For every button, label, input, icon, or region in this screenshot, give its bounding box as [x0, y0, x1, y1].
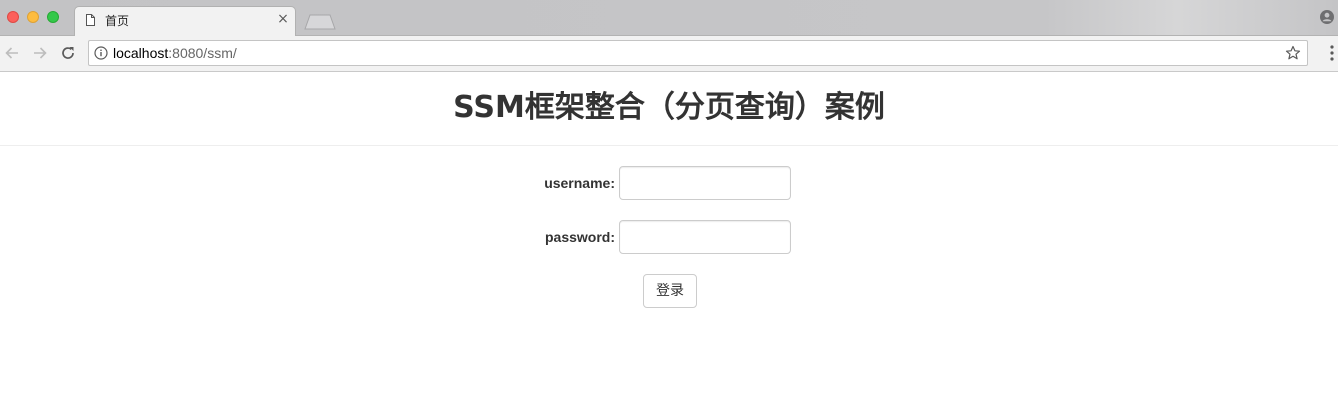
browser-toolbar: localhost:8080/ssm/ [0, 36, 1338, 72]
password-row: password: [0, 220, 1338, 254]
document-icon [86, 14, 95, 26]
username-label: username: [544, 175, 615, 191]
page-header: SSM框架整合（分页查询）案例 [0, 72, 1338, 146]
maximize-window-button[interactable] [47, 11, 59, 23]
page-content: SSM框架整合（分页查询）案例 username: password: 登录 [0, 72, 1338, 415]
username-input[interactable] [619, 166, 791, 200]
close-window-button[interactable] [7, 11, 19, 23]
username-row: username: [0, 166, 1338, 200]
address-bar[interactable]: localhost:8080/ssm/ [88, 40, 1308, 66]
tab-title: 首页 [105, 14, 130, 28]
info-icon[interactable] [94, 46, 108, 60]
url-host: localhost [113, 45, 169, 61]
login-button[interactable]: 登录 [643, 274, 697, 308]
url-path: :8080/ssm/ [168, 45, 237, 61]
close-tab-icon[interactable]: × [276, 12, 290, 26]
password-input[interactable] [619, 220, 791, 254]
menu-icon[interactable] [1330, 45, 1334, 61]
minimize-window-button[interactable] [27, 11, 39, 23]
reload-icon[interactable] [59, 44, 77, 62]
browser-tab[interactable]: 首页 × [74, 6, 296, 36]
url-text: localhost:8080/ssm/ [113, 45, 237, 61]
forward-arrow-icon[interactable] [31, 44, 49, 62]
back-arrow-icon[interactable] [3, 44, 21, 62]
star-icon[interactable] [1285, 45, 1301, 61]
browser-window: 首页 × localhost:8080/ssm/ SSM框架整合（分页查询）案例… [0, 0, 1338, 415]
password-label: password: [544, 229, 615, 245]
new-tab-button[interactable] [304, 14, 336, 30]
profile-icon[interactable] [1320, 10, 1334, 24]
page-title: SSM框架整合（分页查询）案例 [453, 90, 885, 125]
tab-strip: 首页 × [0, 0, 1338, 36]
